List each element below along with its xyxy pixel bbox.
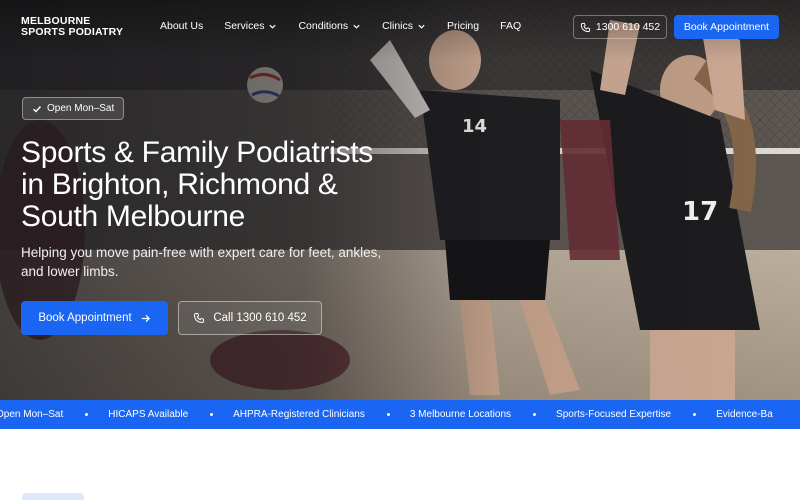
main-nav: About Us Services Conditions Clinics Pri… <box>160 20 542 32</box>
phone-icon <box>580 22 590 32</box>
open-hours-badge: Open Mon–Sat <box>22 97 125 120</box>
nav-label: FAQ <box>500 20 522 32</box>
hero-title-line-3: South Melbourne <box>21 200 245 233</box>
header-phone-button[interactable]: 1300 610 452 <box>573 15 667 39</box>
cta-primary-label: Book Appointment <box>38 312 132 324</box>
nav-item-faq[interactable]: FAQ <box>500 20 521 32</box>
nav-label: About Us <box>160 20 204 32</box>
chevron-down-icon <box>418 24 425 29</box>
hero-subtitle-line-1: Helping you move pain-free with expert c… <box>21 245 382 260</box>
hero-call-button[interactable]: Call 1300 610 452 <box>178 301 322 335</box>
nav-label: Clinics <box>382 20 414 32</box>
nav-label: Services <box>224 20 265 32</box>
nav-item-clinics[interactable]: Clinics <box>382 20 426 32</box>
hero-subtitle-line-2: and lower limbs. <box>21 264 119 279</box>
bullet-icon <box>85 413 89 416</box>
hero-title-line-1: Sports & Family Podiatrists <box>21 136 374 169</box>
nav-item-pricing[interactable]: Pricing <box>447 20 479 32</box>
bullet-icon <box>693 413 697 416</box>
ticker-item: 3 Melbourne Locations <box>409 409 512 420</box>
ticker-item: HICAPS Available <box>108 409 189 420</box>
hero-subtitle: Helping you move pain-free with expert c… <box>21 243 431 281</box>
header-phone-label: 1300 610 452 <box>595 21 661 33</box>
site-logo[interactable]: MELBOURNE SPORTS PODIATRY <box>21 16 123 38</box>
hero-section: 14 17 MELBOURNE SPORTS PODIATRY About Us… <box>0 0 800 400</box>
ticker-item: AHPRA-Registered Clinicians <box>233 409 365 420</box>
bullet-icon <box>210 413 214 416</box>
nav-item-services[interactable]: Services <box>224 20 277 32</box>
logo-line-2: SPORTS PODIATRY <box>21 26 124 38</box>
header-book-label: Book Appointment <box>683 21 770 33</box>
check-icon <box>33 105 42 112</box>
ticker-item: Evidence-Ba <box>716 409 773 420</box>
ticker-track: Open Mon–Sat HICAPS Available AHPRA-Regi… <box>0 400 773 429</box>
section-label-chip <box>22 493 84 500</box>
feature-ticker: Open Mon–Sat HICAPS Available AHPRA-Regi… <box>0 400 800 429</box>
bullet-icon <box>386 413 390 416</box>
nav-label: Pricing <box>447 20 480 32</box>
hero-book-appointment-button[interactable]: Book Appointment <box>21 301 168 335</box>
nav-item-conditions[interactable]: Conditions <box>298 20 361 32</box>
ticker-item: Sports-Focused Expertise <box>556 409 672 420</box>
bullet-icon <box>533 413 537 416</box>
cta-secondary-label: Call 1300 610 452 <box>213 312 307 324</box>
ticker-item: Open Mon–Sat <box>0 409 64 420</box>
chevron-down-icon <box>269 24 277 29</box>
nav-item-about-us[interactable]: About Us <box>160 20 203 32</box>
badge-label: Open Mon–Sat <box>47 103 115 114</box>
arrow-right-icon <box>141 314 150 322</box>
phone-icon <box>194 313 205 324</box>
hero-title: Sports & Family Podiatrists in Brighton,… <box>21 137 441 233</box>
header-book-appointment-button[interactable]: Book Appointment <box>674 15 779 39</box>
hero-title-line-2: in Brighton, Richmond & <box>21 168 338 201</box>
chevron-down-icon <box>353 24 360 29</box>
nav-label: Conditions <box>298 20 349 32</box>
